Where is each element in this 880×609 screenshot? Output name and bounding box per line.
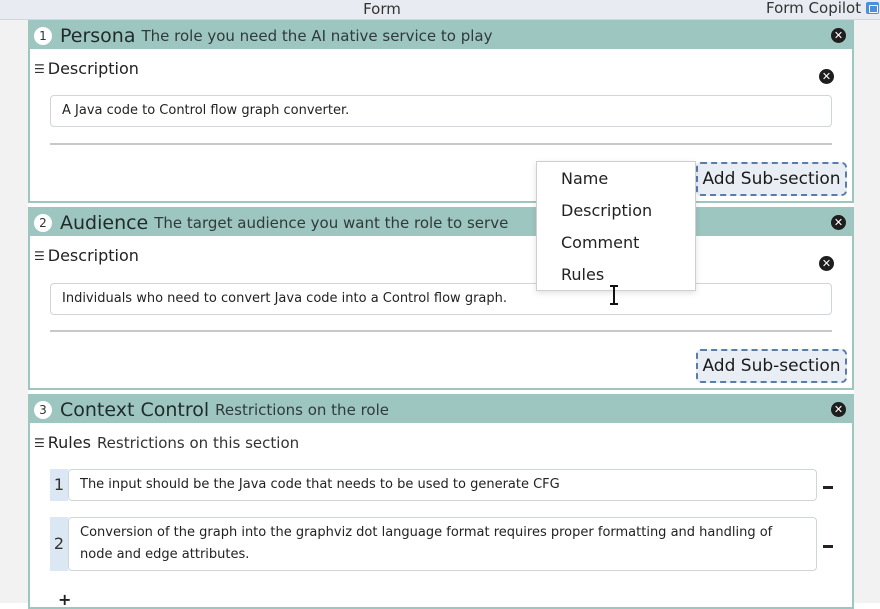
field-label-text: Description [47,59,139,78]
form-copilot-tab[interactable]: Form Copilot [766,0,861,16]
section-number: 3 [34,400,52,419]
description-input[interactable]: A Java code to Control flow graph conver… [50,95,832,127]
section-header: 1 Persona The role you need the AI nativ… [30,22,852,49]
add-sub-section-button[interactable]: Add Sub-section [696,162,847,196]
field-label-rules: ☰ Rules Restrictions on this section [34,433,299,452]
list-icon: ☰ [34,435,45,450]
dropdown-option-name[interactable]: Name [561,169,608,188]
section-title: Persona [60,24,136,47]
copilot-icon[interactable] [866,2,879,14]
list-icon: ☰ [34,61,45,76]
field-subtitle: Restrictions on this section [96,433,300,452]
right-margin [854,20,880,603]
description-input[interactable]: Individuals who need to convert Java cod… [50,283,832,315]
rule-number: 1 [50,469,68,501]
rule-input[interactable]: The input should be the Java code that n… [68,469,817,501]
add-rule-button[interactable]: + [58,590,71,609]
top-bar: Form Form Copilot [0,0,880,20]
section-number: 2 [34,213,52,232]
close-field-icon[interactable]: ✕ [819,69,834,84]
field-label-text: Description [47,246,139,265]
section-number: 1 [34,26,52,45]
close-section-icon[interactable]: ✕ [831,215,846,230]
form-tab-title[interactable]: Form [0,0,764,18]
section-subtitle: The target audience you want the role to… [154,213,509,232]
rule-number: 2 [50,517,68,571]
field-label-description: ☰ Description [34,59,139,78]
section-header: 2 Audience The target audience you want … [30,209,852,236]
divider [50,330,832,332]
section-subtitle: The role you need the AI native service … [141,26,493,45]
section-header: 3 Context Control Restrictions on the ro… [30,396,852,423]
close-section-icon[interactable]: ✕ [831,402,846,417]
dropdown-option-description[interactable]: Description [561,201,652,220]
dropdown-option-comment[interactable]: Comment [561,233,639,252]
text-cursor-icon [610,285,618,305]
section-persona: 1 Persona The role you need the AI nativ… [28,20,854,203]
divider [50,143,832,145]
section-subtitle: Restrictions on the role [215,400,389,419]
remove-rule-icon[interactable] [823,486,833,489]
sub-section-dropdown: Name Description Comment Rules [536,161,696,291]
add-sub-section-button[interactable]: Add Sub-section [696,349,847,383]
section-title: Context Control [60,398,210,421]
close-section-icon[interactable]: ✕ [831,28,846,43]
field-label-text: Rules [47,433,91,452]
left-margin [0,20,28,603]
field-label-description: ☰ Description [34,246,139,265]
remove-rule-icon[interactable] [823,545,833,548]
section-title: Audience [60,211,149,234]
close-field-icon[interactable]: ✕ [819,256,834,271]
section-audience: 2 Audience The target audience you want … [28,207,854,390]
dropdown-option-rules[interactable]: Rules [561,265,604,284]
rule-input[interactable]: Conversion of the graph into the graphvi… [68,517,817,571]
section-context-control: 3 Context Control Restrictions on the ro… [28,394,854,609]
list-icon: ☰ [34,248,45,263]
